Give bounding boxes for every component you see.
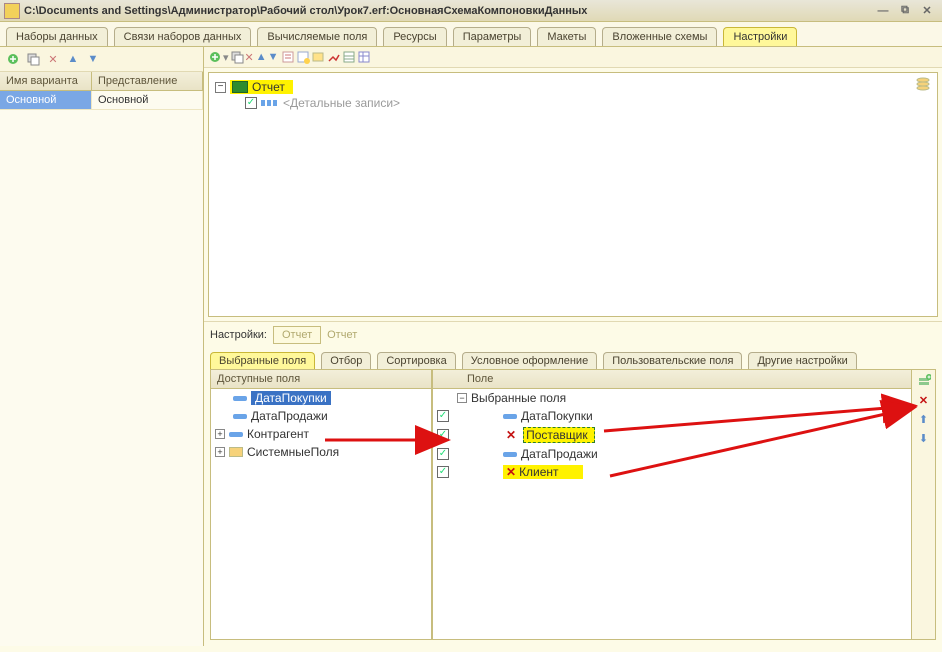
avail-header: Доступные поля [211,370,431,389]
main-tabs: Наборы данных Связи наборов данных Вычис… [0,22,942,46]
selected-fields[interactable]: Поле − Выбранные поля ✓ ДатаПокупки ✓ ✕ … [432,370,912,640]
delete-variant-button[interactable]: ✕ [44,50,62,68]
tab-nested-schemas[interactable]: Вложенные схемы [602,27,717,46]
copy-variant-button[interactable] [24,50,42,68]
structure-tree[interactable]: − Отчет ✓ <Детальные записи> [208,72,938,317]
move-field-down-button[interactable]: ⬇ [919,432,928,445]
detail-checkbox[interactable]: ✓ [245,97,257,109]
sel-header: Поле [433,370,911,389]
sel-item-0[interactable]: ДатаПокупки [521,409,593,423]
wizard1-button[interactable] [281,50,295,64]
delete-button[interactable]: ✕ [245,51,254,64]
error-x-icon: ✕ [503,428,519,442]
app-icon [4,3,20,19]
error-x-icon: ✕ [503,465,519,479]
variant-row[interactable]: Основной Основной [0,91,203,110]
tab-parameters[interactable]: Параметры [453,27,532,46]
remove-field-button[interactable]: ✕ [919,394,928,407]
fields-area: Доступные поля ДатаПокупки ДатаПродажи +… [210,369,936,640]
add-dropdown-button[interactable]: ▾ [223,51,229,64]
variant-repr: Основной [92,91,203,110]
tree-root: Отчет [252,80,285,94]
add-variant-button[interactable] [4,50,22,68]
variants-col-name: Имя варианта [0,72,92,90]
sel-root: Выбранные поля [471,391,566,405]
fields-side-buttons: ✕ ⬆ ⬇ [912,370,936,640]
window-restore-button[interactable]: ⧉ [896,4,914,18]
subtab-other[interactable]: Другие настройки [748,352,856,369]
avail-item-3[interactable]: СистемныеПоля [247,445,339,459]
variants-grid: Имя варианта Представление Основной Осно… [0,72,203,110]
avail-item-2[interactable]: Контрагент [247,427,309,441]
settings-bar: Настройки: Отчет Отчет [204,321,942,348]
detail-records-icon [261,98,279,108]
field-icon [503,414,517,419]
add-button[interactable] [208,50,222,64]
row-checkbox[interactable]: ✓ [437,410,449,422]
tab-dataset-links[interactable]: Связи наборов данных [114,27,252,46]
variant-name: Основной [0,91,92,110]
wizard3-button[interactable] [311,50,325,64]
subtab-sort[interactable]: Сортировка [377,352,455,369]
variants-col-repr: Представление [92,72,203,90]
available-fields[interactable]: Доступные поля ДатаПокупки ДатаПродажи +… [210,370,432,640]
tab-calculated-fields[interactable]: Вычисляемые поля [257,27,377,46]
row-checkbox[interactable]: ✓ [437,466,449,478]
avail-item-1[interactable]: ДатаПродажи [251,409,328,423]
tree-detail-records[interactable]: <Детальные записи> [283,96,400,110]
tab-datasets[interactable]: Наборы данных [6,27,108,46]
subtab-conditional[interactable]: Условное оформление [462,352,597,369]
expand-icon[interactable]: + [215,429,225,439]
variants-toolbar: ✕ ▲ ▼ [0,47,203,72]
move-field-up-button[interactable]: ⬆ [919,413,928,426]
variants-pane: ✕ ▲ ▼ Имя варианта Представление Основно… [0,47,204,646]
subtab-filter[interactable]: Отбор [321,352,371,369]
collapse-icon[interactable]: − [457,393,467,403]
tab-templates[interactable]: Макеты [537,27,596,46]
wizard4-button[interactable] [326,50,340,64]
avail-item-0[interactable]: ДатаПокупки [251,391,331,405]
sel-item-2[interactable]: ДатаПродажи [521,447,598,461]
subtab-user-fields[interactable]: Пользовательские поля [603,352,742,369]
structure-toolbar: ▾ ✕ ▲ ▼ [204,47,942,68]
settings-pane: ▾ ✕ ▲ ▼ − Отчет ✓ [204,47,942,646]
field-icon [503,452,517,457]
folder-icon [229,447,243,457]
field-icon [233,396,247,401]
wizard2-button[interactable] [296,50,310,64]
table1-button[interactable] [342,50,356,64]
subtab-selected-fields[interactable]: Выбранные поля [210,352,315,369]
window-titlebar: C:\Documents and Settings\Администратор\… [0,0,942,22]
table2-button[interactable] [357,50,371,64]
field-icon [233,414,247,419]
field-icon [229,432,243,437]
sel-item-1[interactable]: Поставщик [523,427,595,443]
window-title-doc: ОсновнаяСхемаКомпоновкиДанных [390,5,588,17]
copy-button[interactable] [230,50,244,64]
settings-label: Настройки: [210,329,267,341]
tab-settings-main[interactable]: Настройки [723,27,797,46]
settings-sub-tabs: Выбранные поля Отбор Сортировка Условное… [204,348,942,369]
stacked-db-icon[interactable] [915,77,931,89]
sel-item-3[interactable]: Клиент [519,465,559,479]
move-down-variant-button[interactable]: ▼ [84,50,102,68]
move-up-button[interactable]: ▲ [256,51,267,63]
expand-icon[interactable]: + [215,447,225,457]
window-title-path: C:\Documents and Settings\Администратор\… [24,5,390,17]
row-checkbox[interactable]: ✓ [437,429,449,441]
settings-echo: Отчет [327,329,357,341]
move-down-button[interactable]: ▼ [268,51,279,63]
tab-resources[interactable]: Ресурсы [383,27,446,46]
row-checkbox[interactable]: ✓ [437,448,449,460]
report-icon [232,81,248,93]
add-field-button[interactable] [917,374,931,388]
move-up-variant-button[interactable]: ▲ [64,50,82,68]
settings-lock-box: Отчет [273,326,321,344]
collapse-icon[interactable]: − [215,82,226,93]
window-minimize-button[interactable]: — [874,4,892,18]
window-close-button[interactable]: ✕ [918,4,936,18]
